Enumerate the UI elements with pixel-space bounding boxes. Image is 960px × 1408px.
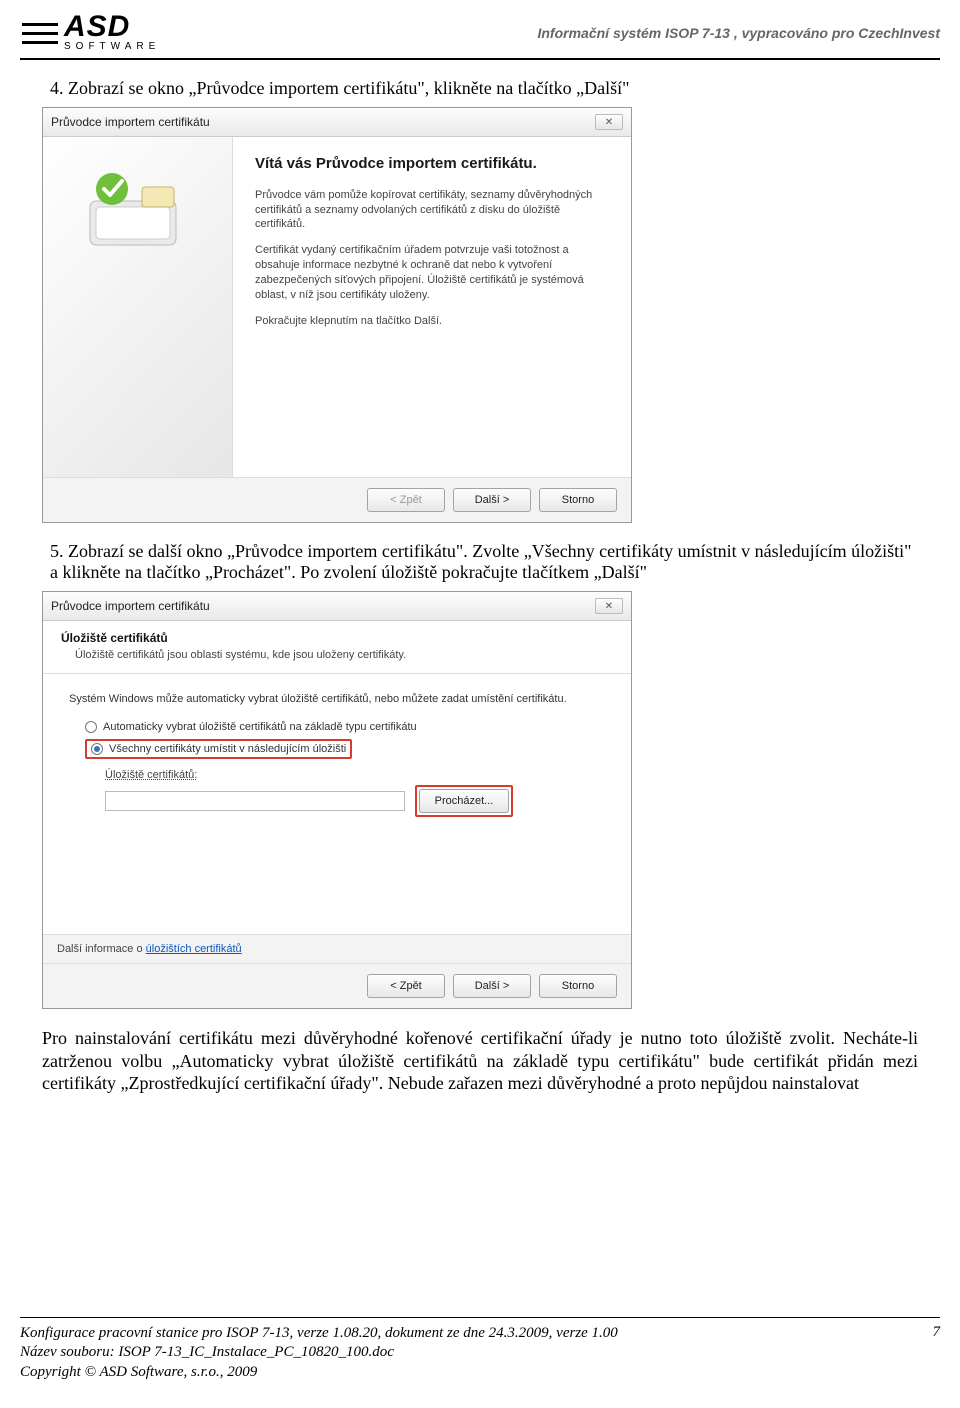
page-content: 4. Zobrazí se okno „Průvodce importem ce…: [42, 78, 918, 1095]
page-footer: Konfigurace pracovní stanice pro ISOP 7-…: [20, 1317, 940, 1383]
page-number: 7: [910, 1324, 940, 1383]
store-row: Úložiště certifikátů: Procházet...: [105, 769, 605, 817]
wizard1-p2: Certifikát vydaný certifikačním úřadem p…: [255, 243, 605, 302]
header-rule: [20, 58, 940, 60]
logo-textblock: ASD SOFTWARE: [64, 15, 160, 52]
cancel-button[interactable]: Storno: [539, 974, 617, 998]
link-prefix: Další informace o: [57, 943, 146, 955]
next-button[interactable]: Další >: [453, 488, 531, 512]
wizard-window-2: Průvodce importem certifikátu ✕ Úložiště…: [42, 591, 632, 1009]
step-4-text: 4. Zobrazí se okno „Průvodce importem ce…: [50, 78, 918, 99]
wizard1-footer: < Zpět Další > Storno: [43, 477, 631, 522]
radio-icon: [85, 721, 97, 733]
certificate-store-input[interactable]: [105, 791, 405, 811]
wizard2-intro: Systém Windows může automaticky vybrat ú…: [69, 692, 605, 707]
cancel-button[interactable]: Storno: [539, 488, 617, 512]
logo-text: ASD: [64, 15, 160, 39]
cert-store-info-link[interactable]: úložištích certifikátů: [146, 943, 242, 955]
footer-line3: Copyright © ASD Software, s.r.o., 2009: [20, 1363, 910, 1383]
radio-place-all-label: Všechny certifikáty umístit v následujíc…: [109, 743, 346, 755]
footer-line2: Název souboru: ISOP 7-13_IC_Instalace_PC…: [20, 1343, 910, 1363]
radio-icon: [91, 743, 103, 755]
wizard2-title: Průvodce importem certifikátu: [51, 599, 210, 613]
browse-button[interactable]: Procházet...: [419, 789, 509, 813]
page-header: ASD SOFTWARE Informační systém ISOP 7-13…: [0, 0, 960, 56]
wizard1-main: Vítá vás Průvodce importem certifikátu. …: [233, 137, 631, 477]
close-icon[interactable]: ✕: [595, 114, 623, 130]
wizard2-subheader: Úložiště certifikátů Úložiště certifikát…: [43, 621, 631, 674]
footer-line1: Konfigurace pracovní stanice pro ISOP 7-…: [20, 1324, 910, 1344]
next-button[interactable]: Další >: [453, 974, 531, 998]
back-button[interactable]: < Zpět: [367, 974, 445, 998]
wizard2-subdesc: Úložiště certifikátů jsou oblasti systém…: [61, 649, 613, 661]
wizard2-titlebar: Průvodce importem certifikátu ✕: [43, 592, 631, 621]
wizard-window-1: Průvodce importem certifikátu ✕ Vítá vás…: [42, 107, 632, 523]
radio-auto-select[interactable]: Automaticky vybrat úložiště certifikátů …: [85, 721, 605, 733]
wizard1-title: Průvodce importem certifikátu: [51, 115, 210, 129]
wizard2-link-row: Další informace o úložištích certifikátů: [43, 934, 631, 963]
wizard2-footer: < Zpět Další > Storno: [43, 963, 631, 1008]
radio-place-all[interactable]: Všechny certifikáty umístit v následujíc…: [85, 739, 605, 759]
wizard1-side-panel: [43, 137, 233, 477]
back-button[interactable]: < Zpět: [367, 488, 445, 512]
wizard2-content: Systém Windows může automaticky vybrat ú…: [43, 674, 631, 934]
store-label: Úložiště certifikátů:: [105, 769, 605, 781]
logo-wing-icon: [20, 14, 58, 52]
after-paragraph: Pro nainstalování certifikátu mezi důvěr…: [42, 1027, 918, 1095]
wizard1-p1: Průvodce vám pomůže kopírovat certifikát…: [255, 188, 605, 233]
certificate-wizard-icon: [78, 167, 198, 257]
header-doc-title: Informační systém ISOP 7-13 , vypracován…: [537, 25, 940, 41]
logo-subtext: SOFTWARE: [64, 41, 160, 52]
radio-auto-label: Automaticky vybrat úložiště certifikátů …: [103, 721, 417, 733]
close-icon[interactable]: ✕: [595, 598, 623, 614]
wizard1-p3: Pokračujte klepnutím na tlačítko Další.: [255, 314, 605, 329]
wizard1-heading: Vítá vás Průvodce importem certifikátu.: [255, 155, 605, 174]
wizard1-titlebar: Průvodce importem certifikátu ✕: [43, 108, 631, 137]
wizard2-subtitle: Úložiště certifikátů: [61, 631, 613, 645]
step-5-text: 5. Zobrazí se další okno „Průvodce impor…: [50, 541, 918, 583]
logo: ASD SOFTWARE: [20, 14, 160, 52]
